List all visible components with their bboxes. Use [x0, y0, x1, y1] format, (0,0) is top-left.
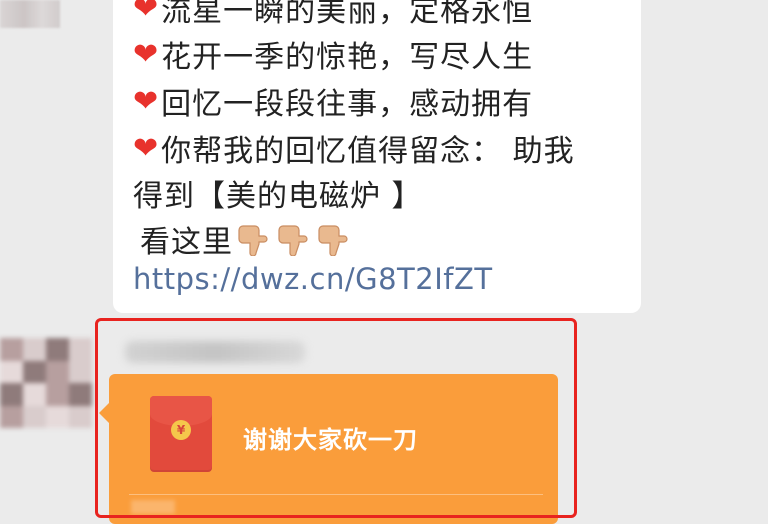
- message-line-2: ❤ 花开一季的惊艳，写尽人生: [133, 32, 533, 76]
- heart-icon: ❤: [133, 130, 160, 166]
- heart-icon: ❤: [133, 36, 160, 72]
- sender-avatar[interactable]: [0, 338, 92, 428]
- message-line-4: ❤ 你帮我的回忆值得留念： 助我: [133, 126, 575, 170]
- message-line-5: 得到【美的电磁炉 】: [133, 171, 423, 215]
- message-line-6: 看这里: [140, 217, 353, 261]
- pointing-down-icon: [278, 225, 308, 256]
- message-text-2: 花开一季的惊艳，写尽人生: [161, 40, 534, 75]
- heart-icon: ❤: [133, 0, 160, 26]
- pointing-down-icon: [238, 225, 268, 256]
- message-link[interactable]: https://dwz.cn/G8T2IfZT: [133, 262, 493, 296]
- message-text-6: 看这里: [140, 225, 233, 260]
- heart-icon: ❤: [133, 83, 160, 119]
- message-text-4: 你帮我的回忆值得留念： 助我: [161, 134, 575, 169]
- message-text-5: 得到【美的电磁炉 】: [133, 179, 423, 214]
- pointing-down-icon: [318, 225, 348, 256]
- message-line-1: ❤ 流星一瞬的美丽，定格永恒: [133, 0, 533, 30]
- message-line-3: ❤ 回忆一段段往事，感动拥有: [133, 79, 533, 123]
- message-text-3: 回忆一段段往事，感动拥有: [161, 87, 534, 122]
- highlight-box: [95, 318, 577, 518]
- sender-avatar-top[interactable]: [0, 0, 60, 28]
- message-text-1: 流星一瞬的美丽，定格永恒: [161, 0, 534, 29]
